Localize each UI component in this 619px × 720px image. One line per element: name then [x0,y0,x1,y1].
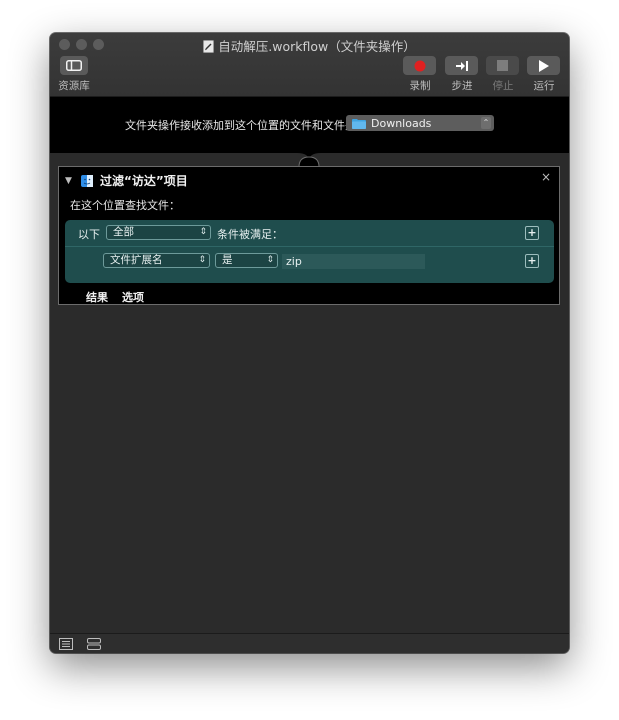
chevron-updown-icon: ⇕ [266,255,274,265]
search-location-label: 在这个位置查找文件： [70,199,180,212]
popup-chevron-icon: ⌃ [481,117,491,129]
bottom-bar [50,633,569,653]
disclosure-triangle-icon[interactable]: ▼ [65,176,77,186]
criteria-row-condition: 文件扩展名 ⇕ 是 ⇕ zip + [65,247,554,277]
stop-button[interactable] [486,56,519,75]
folder-popup[interactable]: Downloads ⌃ [346,115,494,131]
remove-action-icon[interactable]: × [541,170,551,184]
run-label: 运行 [533,80,555,92]
sidebar-icon [66,60,82,71]
add-criteria-group-button[interactable]: + [525,226,539,240]
options-tab[interactable]: 选项 [122,289,144,305]
record-button[interactable] [403,56,436,75]
chevron-updown-icon: ⇕ [198,255,206,265]
results-tab[interactable]: 结果 [86,289,108,305]
chevron-updown-icon: ⇕ [199,227,207,237]
variables-view-icon[interactable] [87,638,101,650]
run-button[interactable] [527,56,560,75]
action-footer: 结果 选项 [86,289,144,305]
action-title: 过滤“访达”项目 [100,174,188,188]
record-icon [414,60,425,71]
criteria-suffix: 条件被满足： [217,228,283,241]
step-label: 步进 [451,80,473,92]
value-field[interactable]: zip [282,254,425,269]
action-header: ▼ 过滤“访达”项目 [65,172,188,189]
workflow-header: 文件夹操作接收添加到这个位置的文件和文件夹 Downloads ⌃ [50,97,569,153]
library-button[interactable] [60,56,88,75]
match-mode-value: 全部 [113,226,134,238]
record-label: 录制 [409,80,431,92]
step-icon [455,60,468,71]
window-title-wrap: 自动解压.workflow（文件夹操作） [50,36,569,55]
titlebar: 自动解压.workflow（文件夹操作） 资源库 录制 步进 停止 运行 [50,33,569,97]
stop-icon [497,60,508,71]
stop-label: 停止 [492,80,514,92]
operator-value: 是 [222,254,233,266]
log-view-icon[interactable] [59,638,73,650]
document-icon [203,40,215,53]
match-mode-popup[interactable]: 全部 ⇕ [106,225,211,240]
folder-popup-label: Downloads [371,116,432,130]
play-icon [539,59,549,72]
field-popup[interactable]: 文件扩展名 ⇕ [103,253,210,268]
library-label: 资源库 [58,80,90,92]
criteria-prefix: 以下 [78,228,100,241]
step-button[interactable] [445,56,478,75]
operator-popup[interactable]: 是 ⇕ [215,253,278,268]
field-value: 文件扩展名 [110,254,163,266]
window-title: 自动解压.workflow（文件夹操作） [218,39,416,54]
criteria-row-match: 以下 全部 ⇕ 条件被满足： + [65,220,554,247]
receive-text: 文件夹操作接收添加到这个位置的文件和文件夹 [125,119,356,132]
criteria-panel: 以下 全部 ⇕ 条件被满足： + 文件扩展名 ⇕ 是 ⇕ zip + [65,220,554,283]
add-condition-button[interactable]: + [525,254,539,268]
automator-window: 自动解压.workflow（文件夹操作） 资源库 录制 步进 停止 运行 文件夹… [50,33,569,653]
action-connector [297,151,321,167]
folder-icon [352,118,366,129]
finder-icon [81,174,93,187]
filter-finder-items-action: ▼ 过滤“访达”项目 × 在这个位置查找文件： 以下 全部 ⇕ 条件被满足： + [58,166,560,305]
